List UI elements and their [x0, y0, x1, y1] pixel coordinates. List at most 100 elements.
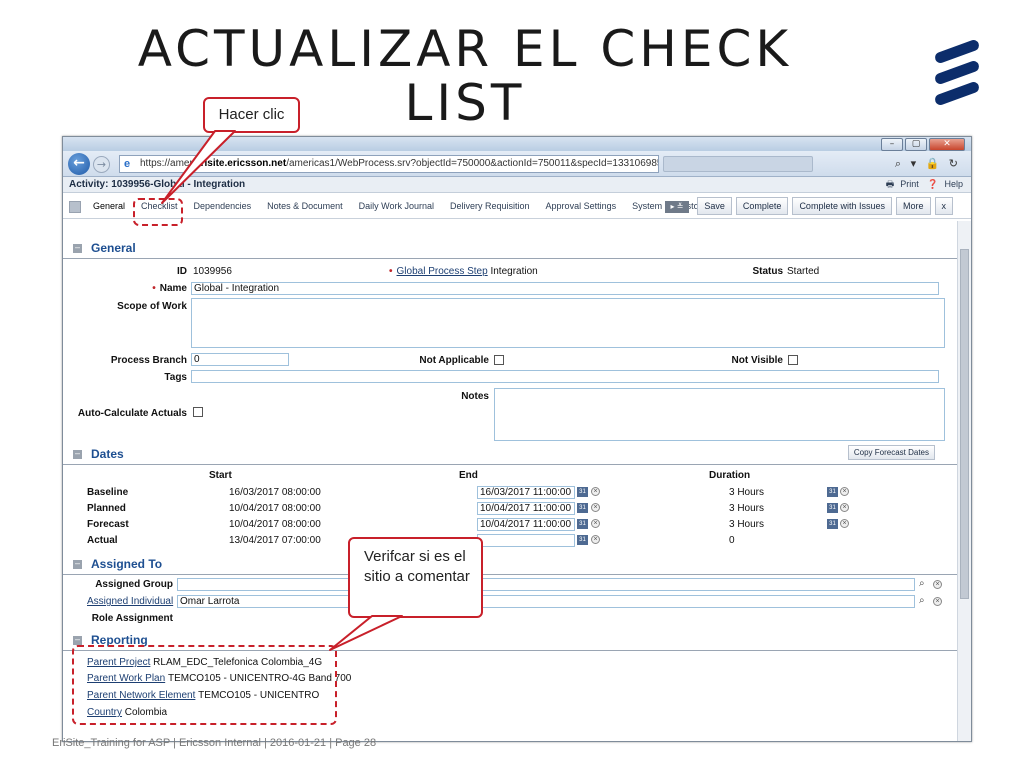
slide-footer: EriSite_Training for ASP | Ericsson Inte…	[52, 737, 377, 749]
clear-icon[interactable]: ×	[591, 503, 600, 512]
tab-approval-settings[interactable]: Approval Settings	[538, 199, 625, 213]
id-label: ID	[177, 266, 187, 277]
name-input[interactable]: Global - Integration	[191, 282, 939, 295]
global-process-step-link[interactable]: Global Process Step	[397, 266, 488, 277]
calendar-icon[interactable]: 31	[577, 503, 588, 513]
window-titlebar: – ▢ ✕	[63, 137, 971, 151]
print-icon[interactable]: 🖶	[886, 179, 895, 189]
collapse-icon[interactable]: –	[73, 559, 82, 569]
assigned-group-input[interactable]	[177, 578, 915, 591]
assigned-individual-input[interactable]: Omar Larrota	[177, 595, 915, 608]
tab-delivery-requisition[interactable]: Delivery Requisition	[442, 199, 538, 213]
maximize-button[interactable]: ▢	[905, 138, 927, 151]
status-value: Started	[787, 266, 820, 277]
help-icon[interactable]: ❓	[927, 179, 938, 189]
slide-title-line1: ACTUALIZAR EL CHECK	[137, 20, 793, 78]
hacer-clic-callout: Hacer clic	[203, 97, 300, 133]
address-bar: ← → e https://amerierisite.ericsson.net/a…	[63, 151, 971, 177]
clear-icon[interactable]: ×	[591, 519, 600, 528]
collapse-icon[interactable]: –	[73, 449, 82, 459]
process-branch-label: Process Branch	[110, 355, 187, 366]
scrollbar-thumb[interactable]	[960, 249, 969, 599]
tags-input[interactable]	[191, 370, 939, 383]
activity-bar: Activity: 1039956-Global - Integration 🖶…	[63, 177, 971, 193]
planned-start: 10/04/2017 08:00:00	[229, 503, 321, 514]
tab-daily-work-journal[interactable]: Daily Work Journal	[351, 199, 442, 213]
calendar-icon[interactable]: 31	[827, 519, 838, 529]
tabs-bar: General Checklist Dependencies Notes & D…	[63, 193, 971, 219]
help-link[interactable]: Help	[944, 179, 963, 189]
tab-scroll-left[interactable]	[69, 201, 81, 213]
assigned-section-header[interactable]: – Assigned To	[63, 557, 957, 575]
clear-icon[interactable]: ×	[591, 487, 600, 496]
tags-label: Tags	[164, 372, 187, 383]
search-icon[interactable]: ⌕	[919, 595, 925, 606]
scope-of-work-textarea[interactable]	[191, 298, 945, 348]
calendar-icon[interactable]: 31	[577, 519, 588, 529]
scope-of-work-label: Scope of Work	[117, 301, 187, 312]
browser-tab[interactable]	[663, 156, 813, 172]
save-button[interactable]: Save	[697, 197, 732, 215]
clear-icon[interactable]: ×	[840, 503, 849, 512]
global-process-step-value: Integration	[490, 266, 538, 277]
role-assignment-label: Role Assignment	[91, 613, 173, 624]
actual-duration: 0	[729, 535, 735, 546]
clear-icon[interactable]: ×	[840, 519, 849, 528]
tab-system[interactable]: System	[624, 199, 670, 213]
tab-dependencies[interactable]: Dependencies	[186, 199, 260, 213]
forward-arrow-icon[interactable]: →	[93, 156, 110, 173]
planned-end-input[interactable]: 10/04/2017 11:00:00	[477, 502, 575, 515]
back-arrow-icon[interactable]: ←	[68, 153, 90, 175]
close-window-button[interactable]: ✕	[929, 138, 965, 151]
calendar-icon[interactable]: 31	[827, 503, 838, 513]
copy-forecast-dates-button[interactable]: Copy Forecast Dates	[847, 445, 935, 460]
baseline-end-input[interactable]: 16/03/2017 11:00:00	[477, 486, 575, 499]
notes-textarea[interactable]	[494, 388, 945, 441]
general-section-header[interactable]: – General	[63, 241, 957, 259]
collapse-icon[interactable]: –	[73, 243, 82, 253]
address-icons[interactable]: ⌕ ▾ 🔒 ↻	[895, 157, 961, 171]
auto-calculate-checkbox[interactable]	[193, 407, 203, 417]
not-applicable-label: Not Applicable	[419, 355, 489, 366]
forecast-end-input[interactable]: 10/04/2017 11:00:00	[477, 518, 575, 531]
actual-label: Actual	[87, 535, 118, 546]
dates-section-title: Dates	[91, 447, 124, 461]
search-icon[interactable]: ⌕	[919, 578, 925, 589]
name-label: • Name	[152, 283, 187, 294]
complete-with-issues-button[interactable]: Complete with Issues	[792, 197, 892, 215]
calendar-icon[interactable]: 31	[827, 487, 838, 497]
calendar-icon[interactable]: 31	[577, 535, 588, 545]
tab-notes-document[interactable]: Notes & Document	[259, 199, 351, 213]
minimize-button[interactable]: –	[881, 138, 903, 151]
url-input[interactable]: e https://amerierisite.ericsson.net/ameri…	[119, 155, 659, 173]
process-branch-input[interactable]: 0	[191, 353, 289, 366]
clear-icon[interactable]: ×	[591, 535, 600, 544]
required-icon: •	[389, 266, 393, 277]
assigned-group-label: Assigned Group	[95, 579, 173, 590]
clear-icon[interactable]: ×	[933, 597, 942, 606]
not-visible-checkbox[interactable]	[788, 355, 798, 365]
planned-label: Planned	[87, 503, 126, 514]
duration-column-header: Duration	[709, 470, 751, 481]
complete-button[interactable]: Complete	[735, 197, 789, 215]
print-link[interactable]: Print	[900, 179, 919, 189]
auto-calculate-label: Auto-Calculate Actuals	[77, 408, 187, 419]
actual-end-input[interactable]	[477, 534, 575, 547]
ie-icon: e	[124, 158, 131, 170]
clear-icon[interactable]: ×	[933, 580, 942, 589]
collapse-icon[interactable]: –	[73, 635, 82, 645]
dates-section-header[interactable]: – Dates Copy Forecast Dates	[63, 445, 957, 465]
close-activity-button[interactable]: x	[934, 197, 953, 215]
actual-start: 13/04/2017 07:00:00	[229, 535, 321, 546]
tab-scroll-right[interactable]: ▸ ≚	[665, 201, 689, 213]
assigned-individual-link[interactable]: Assigned Individual	[87, 596, 173, 607]
forecast-duration: 3 Hours	[729, 519, 765, 530]
slide-title: ACTUALIZAR EL CHECK LIST	[0, 22, 930, 130]
more-button[interactable]: More	[895, 197, 931, 215]
calendar-icon[interactable]: 31	[577, 487, 588, 497]
tab-general[interactable]: General	[85, 199, 133, 213]
not-applicable-checkbox[interactable]	[494, 355, 504, 365]
clear-icon[interactable]: ×	[840, 487, 849, 496]
status-label: Status	[752, 266, 783, 277]
vertical-scrollbar[interactable]	[957, 221, 971, 741]
